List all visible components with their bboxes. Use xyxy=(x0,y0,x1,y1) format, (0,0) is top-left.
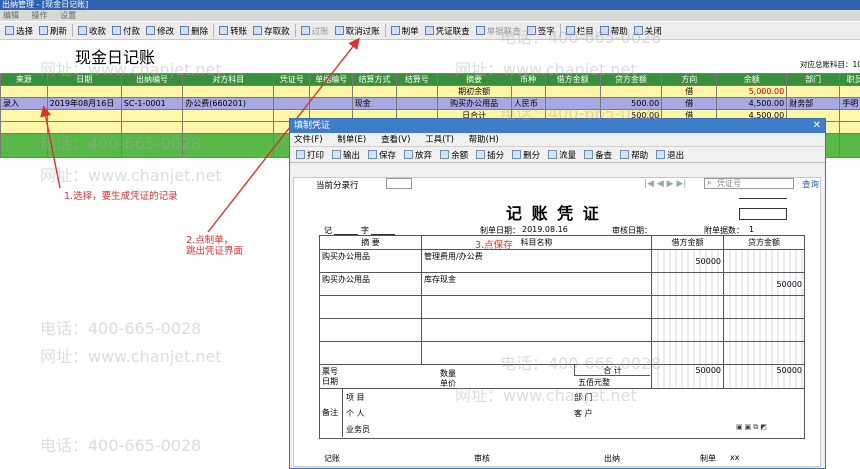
search-icon: ⌕ xyxy=(707,178,712,187)
clerk-label: 业务员 xyxy=(346,425,370,434)
dialog-menu-make[interactable]: 制单(E) xyxy=(337,135,366,145)
header-account: 科目名称 xyxy=(421,235,652,250)
amount-in-words: 五佰元整 xyxy=(578,378,610,387)
dialog-button-label: 打印 xyxy=(307,150,325,161)
dialog-button-label: 删分 xyxy=(523,150,541,161)
dialog-discard-button[interactable]: 放弃 xyxy=(400,149,436,161)
voucher-dialog-title-bar: 填制凭证 ✕ xyxy=(290,119,825,133)
customer-label: 客 户 xyxy=(574,409,593,418)
dialog-menu-file[interactable]: 文件(F) xyxy=(294,135,323,145)
dialog-button-label: 保存 xyxy=(379,150,397,161)
dialog-button-label: 余额 xyxy=(451,150,469,161)
header-debit: 借方金额 xyxy=(651,235,724,250)
dialog-button-label: 放弃 xyxy=(415,150,433,161)
dialog-save-button[interactable]: 保存 xyxy=(364,149,400,161)
dialog-button-label: 备查 xyxy=(595,150,613,161)
person-label: 个 人 xyxy=(346,409,365,418)
memo-icon xyxy=(584,150,594,159)
dialog-print-button[interactable]: 打印 xyxy=(292,149,328,161)
voucher-title: 记 账 凭 证 xyxy=(506,204,601,223)
remark-label: 备注 xyxy=(322,408,338,417)
total-credit: 50000 xyxy=(723,364,805,389)
total-debit: 50000 xyxy=(651,364,724,389)
remove-icon xyxy=(512,150,522,159)
arrow-step1 xyxy=(40,105,61,189)
annotation-step2-line2: 跳出凭证界面 xyxy=(186,246,244,257)
dialog-button-label: 插分 xyxy=(487,150,505,161)
footer-auditor: 审核 xyxy=(474,454,490,463)
footer-bookkeeper: 记账 xyxy=(324,454,340,463)
price-label: 单价 xyxy=(440,379,456,388)
entry-summary[interactable]: 购买办公用品 xyxy=(319,249,422,273)
exit-icon xyxy=(656,150,666,159)
balance-icon xyxy=(440,150,450,159)
remark-action-icons[interactable]: ▣▣⧉◩ xyxy=(736,423,769,432)
current-row-label: 当前分录行 xyxy=(316,181,359,191)
header-summary: 摘 要 xyxy=(319,235,422,250)
voucher-footer: 记账 审核 出纳 制单 xx xyxy=(324,453,784,464)
dialog-menu-help[interactable]: 帮助(H) xyxy=(469,135,499,145)
dialog-button-label: 流量 xyxy=(559,150,577,161)
dialog-menu-tools[interactable]: 工具(T) xyxy=(425,135,454,145)
dialog-export-button[interactable]: 输出 xyxy=(328,149,364,161)
entry-summary[interactable]: 购买办公用品 xyxy=(319,272,422,296)
voucher-dialog: 填制凭证 ✕ 文件(F) 制单(E) 查看(V) 工具(T) 帮助(H) 打印 输… xyxy=(289,118,826,469)
entry-debit[interactable]: 50000 xyxy=(651,249,724,273)
voucher-entry-row[interactable] xyxy=(319,318,805,342)
entry-account[interactable]: 管理费用/办公费 xyxy=(421,249,652,273)
print-icon xyxy=(296,150,305,159)
voucher-search-input[interactable]: 凭证号 xyxy=(704,178,794,189)
flow-icon xyxy=(548,150,558,159)
voucher-mark-box xyxy=(739,208,787,220)
dialog-close-icon[interactable]: ✕ xyxy=(813,119,821,133)
voucher-date[interactable]: 2019.08.16 xyxy=(522,225,568,234)
voucher-table: 摘 要 科目名称 借方金额 贷方金额 购买办公用品 管理费用/办公费 50000… xyxy=(319,235,805,439)
voucher-entry-row[interactable] xyxy=(319,295,805,319)
dialog-exit-button[interactable]: 退出 xyxy=(652,149,688,161)
dialog-menu-bar: 文件(F) 制单(E) 查看(V) 工具(T) 帮助(H) xyxy=(290,133,825,147)
entry-credit[interactable] xyxy=(723,249,805,273)
footer-maker: 制单 xyxy=(700,454,716,463)
voucher-entry-row[interactable]: 购买办公用品 管理费用/办公费 50000 xyxy=(319,249,805,273)
dialog-help-button[interactable]: 帮助 xyxy=(616,149,652,161)
footer-cashier: 出纳 xyxy=(604,454,620,463)
insert-icon xyxy=(476,150,486,159)
footer-maker-name: xx xyxy=(730,453,740,462)
entry-debit[interactable] xyxy=(651,272,724,296)
entry-credit[interactable]: 50000 xyxy=(723,272,805,296)
current-row-input[interactable] xyxy=(386,178,412,189)
dialog-toolbar: 打印 输出 保存 放弃 余额 插分 删分 流量 备查 帮助 退出 xyxy=(290,147,825,163)
voucher-entry-row[interactable]: 购买办公用品 库存现金 50000 xyxy=(319,272,805,296)
annotation-step1: 1.选择，要生成凭证的记录 xyxy=(64,191,178,202)
dialog-button-label: 输出 xyxy=(343,150,361,161)
dialog-flow-button[interactable]: 流量 xyxy=(544,149,580,161)
header-credit: 贷方金额 xyxy=(723,235,805,250)
voucher-entry-row[interactable] xyxy=(319,341,805,365)
dialog-button-label: 退出 xyxy=(667,150,685,161)
dialog-balance-button[interactable]: 余额 xyxy=(436,149,472,161)
project-label: 项 目 xyxy=(346,393,365,402)
query-link[interactable]: 查询 xyxy=(802,178,819,190)
voucher-dialog-title: 填制凭证 xyxy=(294,121,331,131)
discard-icon xyxy=(404,150,414,159)
dialog-insert-button[interactable]: 插分 xyxy=(472,149,508,161)
attachments-count[interactable]: 1 xyxy=(749,225,754,234)
bill-date-label: 日期 xyxy=(322,377,338,386)
dialog-button-label: 帮助 xyxy=(631,150,649,161)
dialog-menu-view[interactable]: 查看(V) xyxy=(381,135,410,145)
export-icon xyxy=(332,150,342,159)
save-icon xyxy=(368,150,378,159)
voucher-mark-line xyxy=(739,198,787,199)
annotation-step3: 3.点保存 xyxy=(475,240,513,251)
help-icon xyxy=(620,150,630,159)
entry-account[interactable]: 库存现金 xyxy=(421,272,652,296)
dialog-remove-button[interactable]: 删分 xyxy=(508,149,544,161)
remark-divider xyxy=(342,389,343,437)
total-label: 合 计 xyxy=(574,365,650,376)
dept-label: 部 门 xyxy=(574,393,593,402)
nav-first-icon[interactable]: |◀ ◀ ▶ ▶| xyxy=(644,179,686,189)
dialog-memo-button[interactable]: 备查 xyxy=(580,149,616,161)
